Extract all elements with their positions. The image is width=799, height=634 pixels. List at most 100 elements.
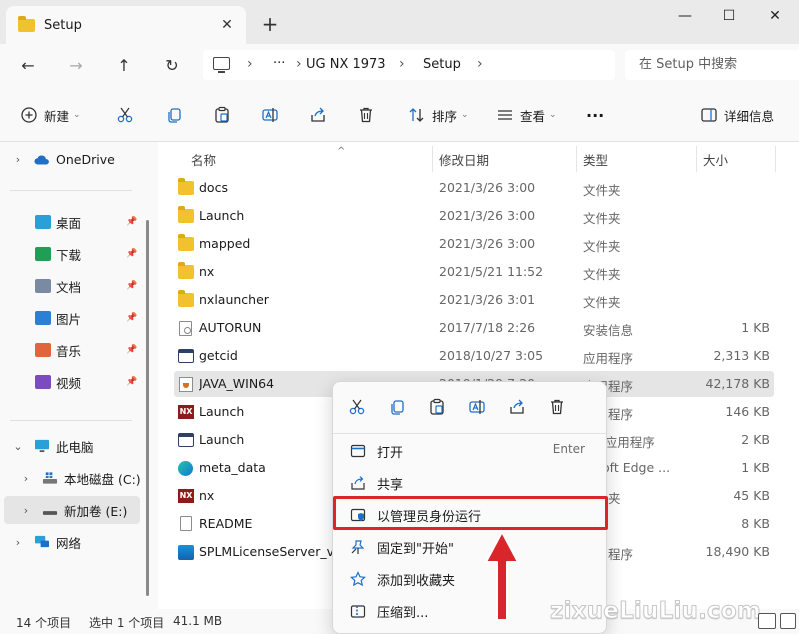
chevron-right-icon: ›: [477, 56, 483, 72]
sort-button[interactable]: 排序 ⌄: [408, 103, 469, 127]
table-row[interactable]: Launch 2021/3/26 3:00 文件夹: [174, 203, 774, 229]
sidebar-item-network[interactable]: › 网络: [0, 528, 150, 556]
paste-icon[interactable]: [212, 105, 232, 125]
chevron-right-icon[interactable]: ›: [20, 504, 32, 517]
rename-icon[interactable]: [465, 395, 489, 419]
folder-file-icon: [178, 206, 194, 223]
cut-icon[interactable]: [345, 395, 369, 419]
file-name: Launch: [199, 208, 245, 223]
sidebar-item-drive-c[interactable]: › 本地磁盘 (C:): [0, 464, 150, 492]
view-button[interactable]: 查看 ⌄: [496, 103, 557, 127]
pin-icon[interactable]: 📌: [126, 313, 137, 323]
exe-file-icon: [178, 433, 194, 447]
table-row[interactable]: docs 2021/3/26 3:00 文件夹: [174, 175, 774, 201]
table-row[interactable]: nx 2021/5/21 11:52 文件夹: [174, 259, 774, 285]
file-name: getcid: [199, 348, 238, 363]
sidebar-item-download[interactable]: 下载 📌: [0, 240, 150, 268]
up-button[interactable]: ↑: [110, 52, 138, 78]
share-icon[interactable]: [505, 395, 529, 419]
pin-icon[interactable]: 📌: [126, 217, 137, 227]
paste-icon[interactable]: [425, 395, 449, 419]
column-divider[interactable]: [696, 146, 697, 172]
chevron-down-icon[interactable]: ⌄: [12, 440, 24, 453]
column-divider[interactable]: [576, 146, 577, 172]
sidebar-label: 此电脑: [56, 439, 94, 455]
column-header-name[interactable]: ^ 名称: [191, 146, 345, 169]
view-details-icon[interactable]: [758, 613, 776, 629]
file-name: docs: [199, 180, 228, 195]
maximize-button[interactable]: ☐: [707, 4, 751, 28]
breadcrumb-ug-nx[interactable]: UG NX 1973: [306, 57, 386, 72]
nx-file-icon: NX: [178, 489, 194, 503]
sidebar-item-music[interactable]: 音乐 📌: [0, 336, 150, 364]
sidebar-item-pictures[interactable]: 图片 📌: [0, 304, 150, 332]
sidebar-item-videos[interactable]: 视频 📌: [0, 368, 150, 396]
delete-icon[interactable]: [545, 395, 569, 419]
back-button[interactable]: ←: [14, 52, 42, 78]
chevron-right-icon[interactable]: ›: [12, 536, 24, 549]
column-divider[interactable]: [432, 146, 433, 172]
menu-item-label: 压缩到...: [377, 606, 429, 621]
column-header-size[interactable]: 大小: [703, 150, 728, 169]
table-row[interactable]: mapped 2021/3/26 3:00 文件夹: [174, 231, 774, 257]
copy-icon[interactable]: [164, 105, 184, 125]
rename-icon[interactable]: [260, 105, 280, 125]
folder-file-icon: [178, 178, 194, 195]
network-icon: [35, 535, 49, 548]
column-divider[interactable]: [775, 146, 776, 172]
details-button[interactable]: 详细信息: [700, 103, 774, 127]
search-input[interactable]: 在 Setup 中搜索: [625, 50, 799, 80]
cut-icon[interactable]: [115, 105, 135, 125]
sidebar-item-this-pc[interactable]: ⌄ 此电脑: [0, 432, 150, 460]
folder-icon: [18, 15, 35, 32]
tab-close-button[interactable]: ✕: [216, 14, 238, 36]
pin-icon[interactable]: 📌: [126, 377, 137, 387]
table-row[interactable]: AUTORUN 2017/7/18 2:26 安装信息 1 KB: [174, 315, 774, 341]
file-type: 文件夹: [583, 239, 621, 254]
selection-count: 选中 1 个项目: [89, 616, 165, 630]
annotation-arrow-icon: [485, 531, 519, 621]
sidebar-item-drive-e[interactable]: › 新加卷 (E:): [4, 496, 140, 524]
forward-button[interactable]: →: [62, 52, 90, 78]
copy-icon[interactable]: [385, 395, 409, 419]
refresh-button[interactable]: ↻: [158, 52, 186, 78]
computer-icon: [213, 57, 230, 73]
view-tiles-icon[interactable]: [780, 613, 796, 629]
command-bar: 新建 ⌄ 排序 ⌄ 查看 ⌄ ··· 详细信息: [0, 86, 799, 142]
tab-setup[interactable]: Setup ✕: [6, 6, 246, 44]
pin-icon[interactable]: 📌: [126, 345, 137, 355]
selection-size: 41.1 MB: [173, 614, 223, 628]
breadcrumb-setup[interactable]: Setup: [423, 57, 461, 72]
share-icon[interactable]: [308, 105, 328, 125]
sidebar-scrollbar[interactable]: [146, 220, 149, 596]
table-row[interactable]: nxlauncher 2021/3/26 3:01 文件夹: [174, 287, 774, 313]
menu-item-open[interactable]: 打开 Enter: [338, 435, 601, 465]
folder-file-icon: [178, 290, 194, 307]
column-header-date[interactable]: 修改日期: [439, 150, 489, 169]
menu-item-share[interactable]: 共享: [338, 467, 601, 497]
minimize-button[interactable]: —: [663, 4, 707, 28]
chevron-right-icon[interactable]: ›: [20, 472, 32, 485]
breadcrumb[interactable]: › ··· › UG NX 1973 › Setup ›: [203, 50, 615, 80]
menu-item-pin-to-start[interactable]: 固定到"开始": [338, 531, 601, 561]
breadcrumb-more[interactable]: ···: [273, 56, 285, 71]
more-options-button[interactable]: ···: [586, 103, 604, 127]
table-row[interactable]: getcid 2018/10/27 3:05 应用程序 2,313 KB: [174, 343, 774, 369]
sidebar-item-documents[interactable]: 文档 📌: [0, 272, 150, 300]
chevron-right-icon[interactable]: ›: [12, 153, 24, 166]
close-button[interactable]: ✕: [753, 4, 797, 28]
monitor-icon: [35, 439, 49, 453]
column-header-type[interactable]: 类型: [583, 150, 608, 169]
sidebar-item-onedrive[interactable]: › OneDrive: [0, 145, 150, 173]
sidebar-item-desktop[interactable]: 桌面 📌: [0, 208, 150, 236]
pin-icon[interactable]: 📌: [126, 249, 137, 259]
videos-icon: [35, 375, 51, 389]
new-tab-button[interactable]: +: [258, 12, 282, 36]
new-button[interactable]: 新建 ⌄: [20, 103, 81, 127]
file-date: 2021/3/26 3:00: [439, 236, 536, 251]
delete-icon[interactable]: [356, 105, 376, 125]
menu-item-add-favorites[interactable]: 添加到收藏夹: [338, 563, 601, 593]
sort-icon: [409, 108, 424, 122]
pin-icon[interactable]: 📌: [126, 281, 137, 291]
file-date: 2021/3/26 3:00: [439, 208, 536, 223]
